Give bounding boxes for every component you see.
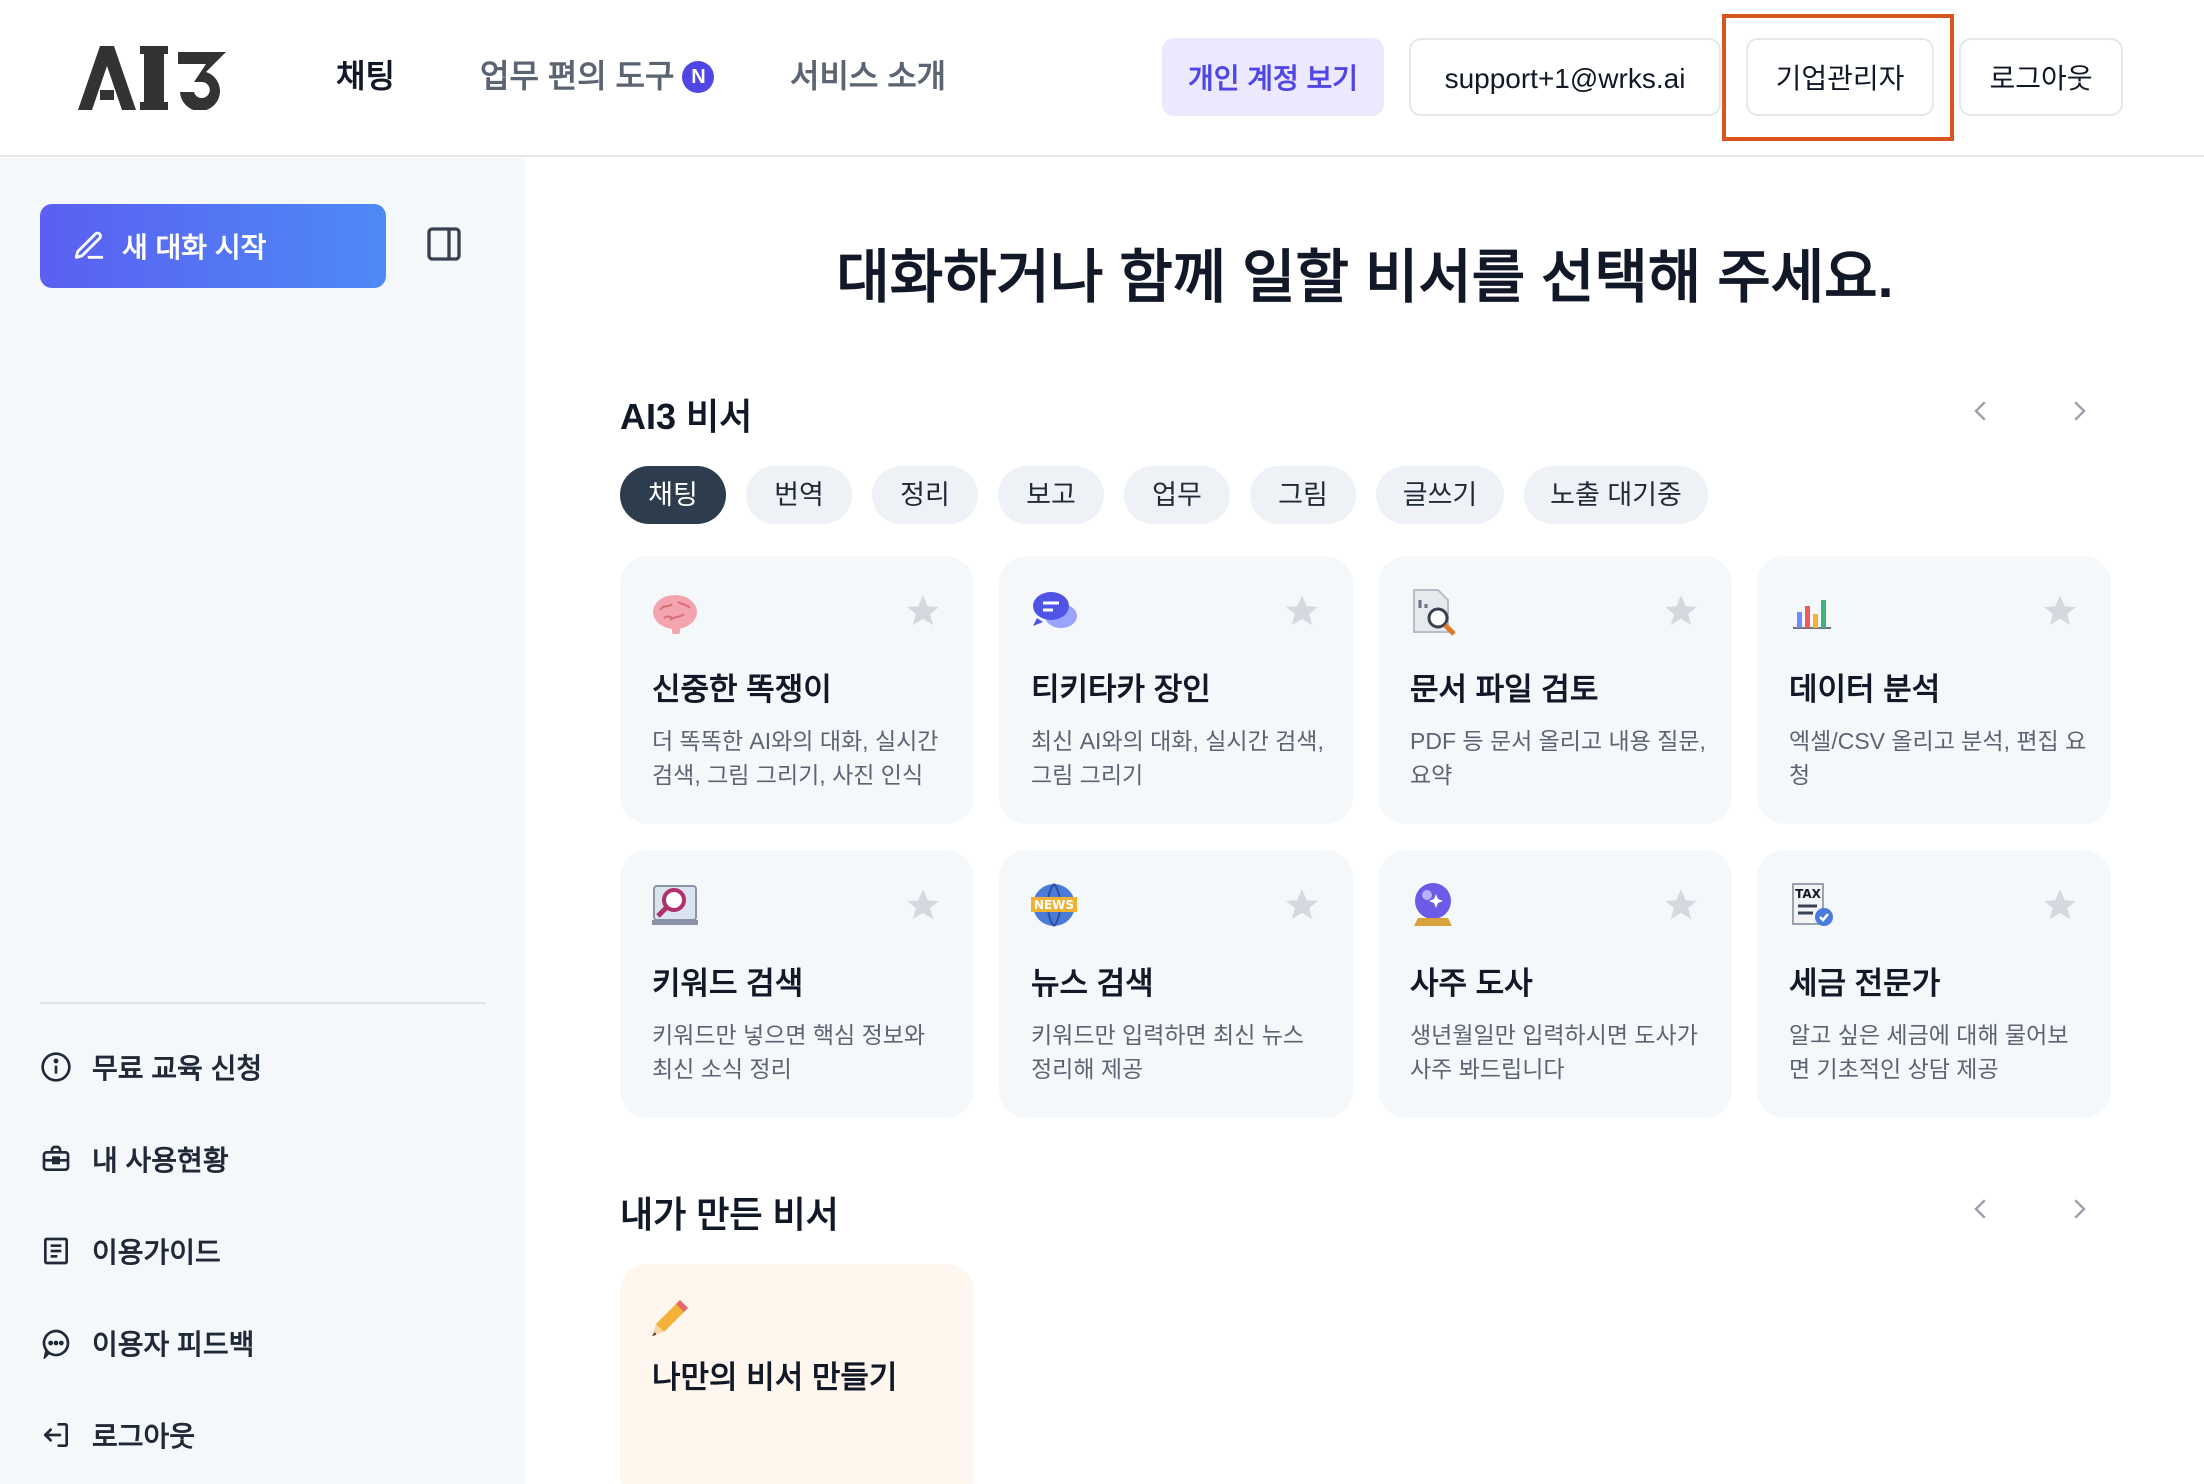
card-title: 세금 전문가: [1789, 966, 1941, 1001]
sidebar-divider: [40, 1002, 486, 1004]
pencil-icon: [652, 1300, 688, 1336]
page-title: 대화하거나 함께 일할 비서를 선택해 주세요.: [836, 245, 1894, 310]
sidebar-item-label: 무료 교육 신청: [92, 1053, 263, 1084]
header-logout-button[interactable]: 로그아웃: [1959, 38, 2123, 116]
assistant-card[interactable]: 사주 도사 생년월일만 입력하시면 도사가 사주 봐드립니다: [1378, 850, 1732, 1118]
new-chat-label: 새 대화 시작: [122, 232, 267, 263]
sidebar-item-label: 이용자 피드백: [92, 1329, 255, 1360]
assistant-card[interactable]: 문서 파일 검토 PDF 등 문서 올리고 내용 질문, 요약: [1378, 556, 1732, 824]
magnifier-icon: [652, 885, 698, 925]
sidebar: 새 대화 시작 무료 교육 신청 내 사용현황 이용가이드 이용자 피드백 로그…: [0, 158, 526, 1484]
card-title: 뉴스 검색: [1031, 966, 1154, 1001]
top-header: 채팅 업무 편의 도구 N 서비스 소개 개인 계정 보기 support+1@w…: [0, 0, 2204, 157]
svg-text:NEWS: NEWS: [1034, 898, 1074, 912]
tab-organize[interactable]: 정리: [872, 466, 978, 524]
card-description: 더 똑똑한 AI와의 대화, 실시간 검색, 그림 그리기, 사진 인식: [652, 728, 939, 788]
info-icon: [41, 1052, 71, 1082]
chat-bubble-icon: [42, 1329, 70, 1359]
star-icon[interactable]: [904, 592, 942, 630]
sidebar-item-free-training[interactable]: 무료 교육 신청: [40, 1047, 262, 1087]
card-title: 데이터 분석: [1789, 672, 1941, 707]
bar-chart-icon: [1793, 600, 1831, 629]
personal-account-button[interactable]: 개인 계정 보기: [1162, 38, 1384, 116]
tax-icon: TAX: [1792, 883, 1833, 926]
news-icon: NEWS: [1031, 883, 1077, 927]
nav-chat[interactable]: 채팅: [336, 56, 395, 96]
briefcase-icon: [42, 1145, 70, 1171]
star-icon[interactable]: [904, 886, 942, 924]
tab-pending[interactable]: 노출 대기중: [1524, 466, 1708, 524]
brain-icon: [653, 595, 697, 634]
sidebar-toggle-icon[interactable]: [424, 224, 464, 264]
sidebar-item-label: 로그아웃: [92, 1421, 196, 1452]
chevron-right-icon[interactable]: [2064, 396, 2094, 426]
sidebar-item-guide[interactable]: 이용가이드: [40, 1231, 221, 1271]
card-description: 엑셀/CSV 올리고 분석, 편집 요청: [1789, 728, 2087, 788]
sidebar-item-usage[interactable]: 내 사용현황: [40, 1139, 229, 1179]
card-title: 문서 파일 검토: [1410, 672, 1599, 707]
card-title: 사주 도사: [1410, 966, 1533, 1001]
assistant-card[interactable]: TAX 세금 전문가 알고 싶은 세금에 대해 물어보면 기초적인 상담 제공: [1757, 850, 2111, 1118]
ai3-logo[interactable]: [78, 46, 234, 110]
star-icon[interactable]: [1283, 886, 1321, 924]
card-description: 최신 AI와의 대화, 실시간 검색, 그림 그리기: [1031, 728, 1324, 788]
tab-work[interactable]: 업무: [1124, 466, 1230, 524]
logout-icon: [44, 1423, 68, 1447]
chevron-right-icon[interactable]: [2064, 1194, 2094, 1224]
star-icon[interactable]: [1662, 592, 1700, 630]
tab-drawing[interactable]: 그림: [1250, 466, 1356, 524]
card-description: 생년월일만 입력하시면 도사가 사주 봐드립니다: [1410, 1022, 1698, 1082]
create-assistant-card[interactable]: 나만의 비서 만들기: [620, 1264, 974, 1484]
crystal-ball-icon: [1414, 883, 1452, 926]
star-icon[interactable]: [1283, 592, 1321, 630]
ai3-section-title: AI3 비서: [620, 396, 753, 437]
tab-writing[interactable]: 글쓰기: [1376, 466, 1504, 524]
card-title: 티키타카 장인: [1031, 672, 1211, 707]
nav-service-intro[interactable]: 서비스 소개: [790, 56, 946, 96]
highlight-frame: [1722, 14, 1954, 141]
assistant-card[interactable]: 키워드 검색 키워드만 넣으면 핵심 정보와 최신 소식 정리: [620, 850, 974, 1118]
assistant-card[interactable]: 신중한 똑쟁이 더 똑똑한 AI와의 대화, 실시간 검색, 그림 그리기, 사…: [620, 556, 974, 824]
sidebar-item-logout[interactable]: 로그아웃: [40, 1415, 195, 1455]
document-search-icon: [1413, 589, 1456, 636]
my-assistants-section-title: 내가 만든 비서: [620, 1194, 839, 1235]
document-icon: [44, 1237, 68, 1265]
svg-text:TAX: TAX: [1795, 887, 1822, 901]
nav-work-tools[interactable]: 업무 편의 도구 N: [480, 56, 715, 96]
account-email-button[interactable]: support+1@wrks.ai: [1409, 38, 1721, 116]
card-description: PDF 등 문서 올리고 내용 질문, 요약: [1410, 728, 1706, 788]
sidebar-item-feedback[interactable]: 이용자 피드백: [40, 1323, 254, 1363]
card-description: 키워드만 입력하면 최신 뉴스 정리해 제공: [1031, 1022, 1305, 1082]
card-description: 알고 싶은 세금에 대해 물어보면 기초적인 상담 제공: [1789, 1022, 2069, 1082]
chat-icon: [1033, 592, 1077, 628]
card-title: 신중한 똑쟁이: [652, 672, 832, 707]
star-icon[interactable]: [1662, 886, 1700, 924]
card-title: 키워드 검색: [652, 966, 804, 1001]
tab-translate[interactable]: 번역: [746, 466, 852, 524]
card-description: 키워드만 넣으면 핵심 정보와 최신 소식 정리: [652, 1022, 926, 1082]
new-badge: N: [682, 61, 715, 93]
tab-chat[interactable]: 채팅: [620, 466, 726, 524]
card-title: 나만의 비서 만들기: [652, 1360, 898, 1395]
star-icon[interactable]: [2041, 886, 2079, 924]
sidebar-item-label: 이용가이드: [92, 1237, 221, 1268]
assistant-card[interactable]: 데이터 분석 엑셀/CSV 올리고 분석, 편집 요청: [1757, 556, 2111, 824]
sidebar-item-label: 내 사용현황: [92, 1145, 229, 1176]
assistant-card[interactable]: NEWS 뉴스 검색 키워드만 입력하면 최신 뉴스 정리해 제공: [999, 850, 1353, 1118]
new-chat-button[interactable]: 새 대화 시작: [40, 204, 386, 288]
chevron-left-icon[interactable]: [1966, 396, 1996, 426]
chevron-left-icon[interactable]: [1966, 1194, 1996, 1224]
pencil-icon: [74, 231, 104, 259]
star-icon[interactable]: [2041, 592, 2079, 630]
assistant-card[interactable]: 티키타카 장인 최신 AI와의 대화, 실시간 검색, 그림 그리기: [999, 556, 1353, 824]
nav-work-tools-label: 업무 편의 도구: [480, 58, 675, 94]
tab-report[interactable]: 보고: [998, 466, 1104, 524]
